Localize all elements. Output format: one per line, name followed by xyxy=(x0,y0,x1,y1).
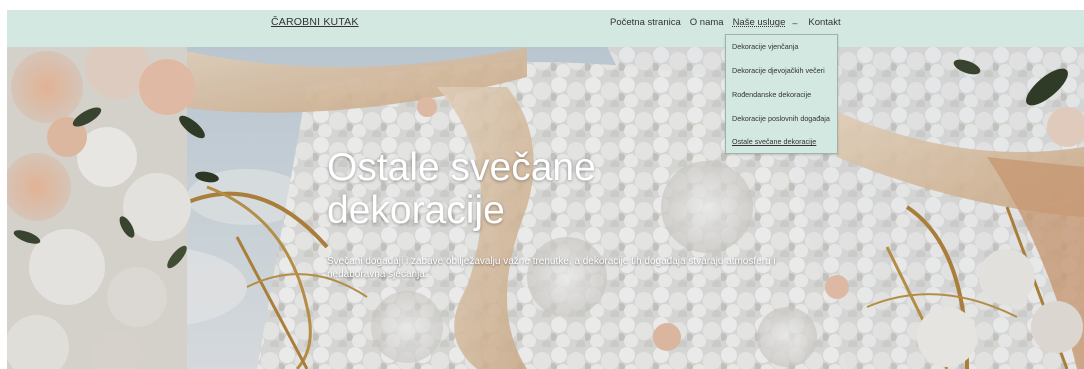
dropdown-item-bachelorette[interactable]: Dekoracije djevojačkih večeri xyxy=(732,66,825,75)
page-frame: ČAROBNI KUTAK Početna stranica O nama Na… xyxy=(7,10,1084,369)
hero-description: Svečani događaji i zabave obilježavalju … xyxy=(327,256,776,280)
nav-services[interactable]: Naše usluge xyxy=(733,17,786,28)
nav-home[interactable]: Početna stranica xyxy=(610,17,681,28)
main-nav: Početna stranica O nama Naše usluge – Ko… xyxy=(610,17,850,28)
hero-title: Ostale svečane dekoracije xyxy=(327,146,596,232)
nav-about[interactable]: O nama xyxy=(690,17,724,28)
dropdown-item-other-decorations[interactable]: Ostale svečane dekoracije xyxy=(732,137,816,146)
services-dropdown-caret[interactable]: – xyxy=(792,18,797,28)
nav-contact[interactable]: Kontakt xyxy=(808,17,840,28)
hero-section: Ostale svečane dekoracije Svečani događa… xyxy=(7,47,1084,369)
brand-link[interactable]: ČAROBNI KUTAK xyxy=(271,16,359,28)
dropdown-item-business-events[interactable]: Dekoracije poslovnih događaja xyxy=(732,114,830,123)
services-dropdown: Dekoracije vjenčanja Dekoracije djevojač… xyxy=(725,34,838,154)
header-bar: ČAROBNI KUTAK Početna stranica O nama Na… xyxy=(7,10,1084,47)
dropdown-item-birthdays[interactable]: Rođendanske dekoracije xyxy=(732,90,811,99)
dropdown-item-weddings[interactable]: Dekoracije vjenčanja xyxy=(732,42,798,51)
